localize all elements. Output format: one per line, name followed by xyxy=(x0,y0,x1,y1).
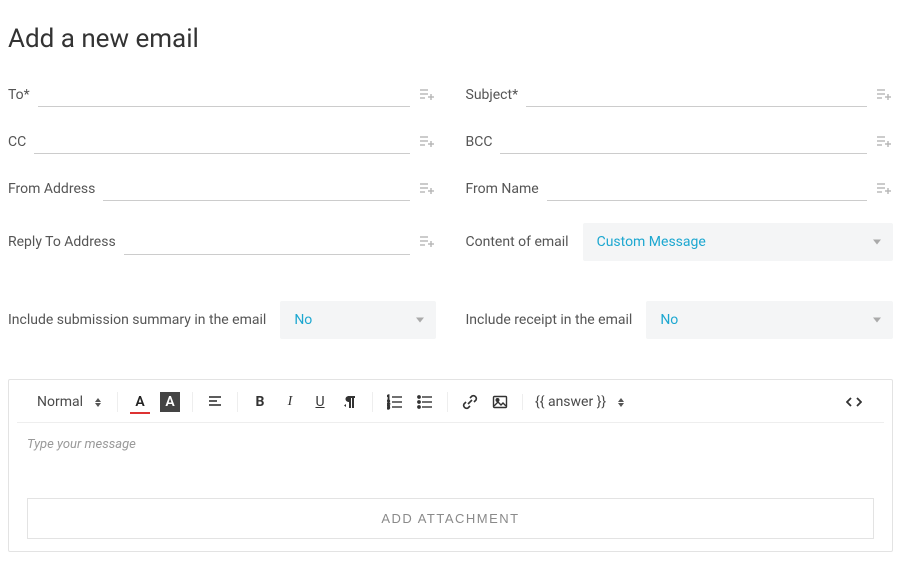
bcc-field: BCC xyxy=(466,129,894,154)
sort-caret-icon xyxy=(618,398,624,407)
cc-add-icon[interactable] xyxy=(418,133,436,151)
image-icon[interactable] xyxy=(490,392,510,412)
from-name-input[interactable] xyxy=(547,176,867,201)
content-of-email-field: Content of email Custom Message xyxy=(466,223,894,261)
highlight-icon[interactable]: A xyxy=(160,392,180,412)
to-field: To* xyxy=(8,82,436,107)
paragraph-direction-icon[interactable] xyxy=(340,392,360,412)
reply-to-add-icon[interactable] xyxy=(418,233,436,251)
from-address-input[interactable] xyxy=(103,176,409,201)
page-title: Add a new email xyxy=(8,24,893,54)
chevron-down-icon xyxy=(873,240,881,245)
format-select[interactable]: Normal xyxy=(37,394,105,410)
reply-to-field: Reply To Address xyxy=(8,223,436,261)
from-name-add-icon[interactable] xyxy=(875,180,893,198)
from-address-field: From Address xyxy=(8,176,436,201)
format-select-label: Normal xyxy=(37,394,83,410)
bcc-input[interactable] xyxy=(500,129,867,154)
editor-placeholder: Type your message xyxy=(27,437,136,452)
reply-to-input[interactable] xyxy=(124,230,410,255)
cc-field: CC xyxy=(8,129,436,154)
align-icon[interactable] xyxy=(205,392,225,412)
unordered-list-icon[interactable] xyxy=(415,392,435,412)
content-of-email-value: Custom Message xyxy=(597,234,706,250)
content-of-email-label: Content of email xyxy=(466,234,569,250)
chevron-down-icon xyxy=(416,318,424,323)
include-summary-field: Include submission summary in the email … xyxy=(8,301,436,339)
chevron-down-icon xyxy=(873,318,881,323)
include-summary-label: Include submission summary in the email xyxy=(8,312,266,328)
from-name-label: From Name xyxy=(466,181,539,197)
subject-label: Subject* xyxy=(466,87,519,103)
subject-add-icon[interactable] xyxy=(875,86,893,104)
subject-field: Subject* xyxy=(466,82,894,107)
answer-token-select[interactable]: {{ answer }} xyxy=(535,394,628,410)
answer-token-label: {{ answer }} xyxy=(535,394,606,410)
editor-body[interactable]: Type your message xyxy=(17,423,884,492)
include-receipt-label: Include receipt in the email xyxy=(466,312,633,328)
from-address-add-icon[interactable] xyxy=(418,180,436,198)
bcc-label: BCC xyxy=(466,134,493,150)
message-editor: Normal A A B I U 123 xyxy=(8,379,893,552)
cc-label: CC xyxy=(8,134,26,150)
italic-icon[interactable]: I xyxy=(280,392,300,412)
include-receipt-select[interactable]: No xyxy=(646,301,893,339)
to-label: To* xyxy=(8,87,30,103)
bcc-add-icon[interactable] xyxy=(875,133,893,151)
from-address-label: From Address xyxy=(8,181,95,197)
to-input[interactable] xyxy=(38,82,410,107)
include-receipt-field: Include receipt in the email No xyxy=(466,301,894,339)
reply-to-label: Reply To Address xyxy=(8,234,116,250)
ordered-list-icon[interactable]: 123 xyxy=(385,392,405,412)
bold-icon[interactable]: B xyxy=(250,392,270,412)
include-receipt-value: No xyxy=(660,312,678,328)
to-add-icon[interactable] xyxy=(418,86,436,104)
content-of-email-select[interactable]: Custom Message xyxy=(583,223,893,261)
subject-input[interactable] xyxy=(526,82,867,107)
font-color-icon[interactable]: A xyxy=(130,392,150,412)
cc-input[interactable] xyxy=(34,129,409,154)
from-name-field: From Name xyxy=(466,176,894,201)
include-summary-value: No xyxy=(294,312,312,328)
code-view-icon[interactable] xyxy=(844,392,864,412)
include-summary-select[interactable]: No xyxy=(280,301,435,339)
editor-toolbar: Normal A A B I U 123 xyxy=(17,388,884,423)
sort-caret-icon xyxy=(95,398,101,407)
link-icon[interactable] xyxy=(460,392,480,412)
underline-icon[interactable]: U xyxy=(310,392,330,412)
svg-text:3: 3 xyxy=(387,405,390,410)
